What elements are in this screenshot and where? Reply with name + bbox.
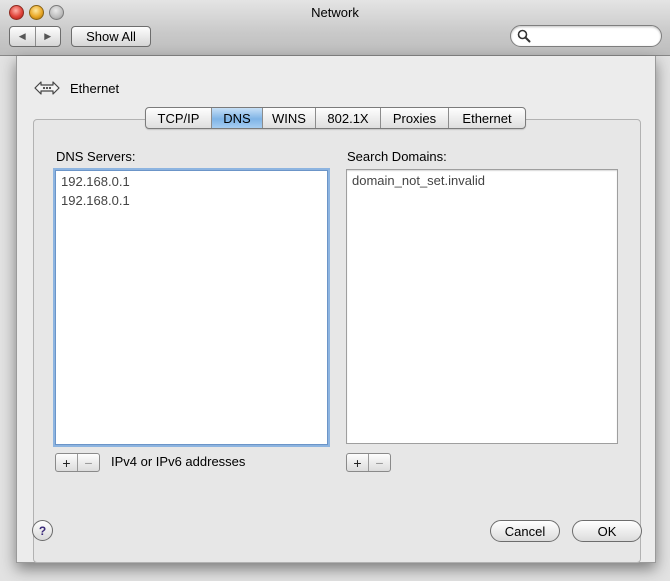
list-item[interactable]: 192.168.0.1 (61, 193, 130, 208)
tab-dns[interactable]: DNS (211, 108, 262, 128)
window-titlebar: Network ◀ ▶ Show All (0, 0, 670, 56)
tab-tcp-ip[interactable]: TCP/IP (146, 108, 211, 128)
add-search-domain-button[interactable]: + (347, 454, 368, 471)
list-item[interactable]: 192.168.0.1 (61, 174, 130, 189)
ok-button[interactable]: OK (572, 520, 642, 542)
search-icon (517, 29, 531, 43)
dns-servers-add-remove: + − (55, 453, 100, 472)
forward-button[interactable]: ▶ (34, 27, 61, 46)
search-domains-add-remove: + − (346, 453, 391, 472)
cancel-button[interactable]: Cancel (490, 520, 560, 542)
interface-header: Ethernet (33, 78, 119, 98)
ethernet-icon (34, 81, 60, 95)
interface-name: Ethernet (70, 80, 120, 96)
remove-search-domain-button[interactable]: − (368, 454, 390, 471)
tab-802-1x[interactable]: 802.1X (315, 108, 380, 128)
window-title: Network (311, 5, 359, 20)
search-domains-label: Search Domains: (347, 149, 447, 164)
dns-servers-hint: IPv4 or IPv6 addresses (111, 454, 246, 469)
back-button[interactable]: ◀ (10, 27, 35, 46)
remove-dns-server-button[interactable]: − (77, 454, 99, 471)
search-domains-list[interactable]: domain_not_set.invalid (346, 169, 618, 444)
settings-tab-bar: TCP/IP DNS WINS 802.1X Proxies Ethernet (145, 107, 526, 129)
dns-servers-label: DNS Servers: (56, 149, 136, 164)
advanced-settings-sheet: Ethernet DNS Servers: Search Domains: 19… (16, 56, 656, 563)
tab-wins[interactable]: WINS (262, 108, 315, 128)
show-all-button[interactable]: Show All (71, 26, 151, 47)
help-button[interactable]: ? (32, 520, 53, 541)
add-dns-server-button[interactable]: + (56, 454, 77, 471)
search-field[interactable] (510, 25, 662, 47)
navigation-buttons: ◀ ▶ (9, 26, 61, 47)
dns-tab-panel: DNS Servers: Search Domains: 192.168.0.1… (33, 119, 641, 563)
list-item[interactable]: domain_not_set.invalid (352, 173, 485, 188)
dns-servers-list[interactable]: 192.168.0.1 192.168.0.1 (55, 170, 328, 445)
tab-proxies[interactable]: Proxies (380, 108, 448, 128)
tab-ethernet[interactable]: Ethernet (448, 108, 525, 128)
